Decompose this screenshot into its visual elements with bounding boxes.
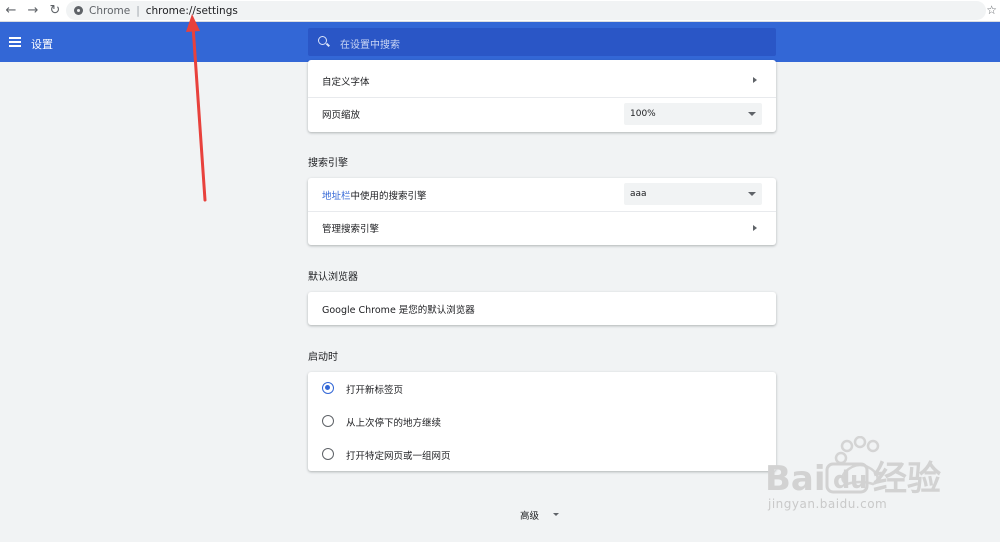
appearance-card: 自定义字体 网页缩放 100%	[308, 60, 776, 132]
chevron-down-icon[interactable]	[553, 513, 559, 516]
page-zoom-row: 网页缩放 100%	[308, 97, 776, 130]
watermark-url: jingyan.baidu.com	[768, 497, 888, 511]
settings-search-input[interactable]: 在设置中搜索	[308, 28, 776, 56]
search-engine-value: aaa	[630, 189, 647, 199]
address-bar-engine-row: 地址栏 中使用的搜索引擎 aaa	[308, 178, 776, 211]
startup-option-label: 打开特定网页或一组网页	[346, 451, 451, 462]
on-startup-card: 打开新标签页 从上次停下的地方继续 打开特定网页或一组网页	[308, 372, 776, 471]
search-icon	[318, 36, 327, 45]
startup-option-label: 打开新标签页	[346, 385, 404, 396]
custom-fonts-label: 自定义字体	[322, 76, 370, 88]
baidu-jingyan-logo: Bai 经验 du	[765, 436, 941, 499]
on-startup-heading: 启动时	[308, 352, 338, 363]
advanced-button[interactable]: 高级	[520, 508, 539, 522]
radio-button[interactable]	[322, 415, 334, 427]
bookmark-star-icon[interactable]: ☆	[986, 3, 997, 17]
back-icon[interactable]: ←	[0, 0, 22, 22]
settings-header: 设置 在设置中搜索	[0, 22, 1000, 62]
search-engine-select[interactable]: aaa	[624, 183, 762, 205]
page-title: 设置	[31, 38, 53, 51]
search-engine-card: 地址栏 中使用的搜索引擎 aaa 管理搜索引擎	[308, 178, 776, 245]
page-zoom-label: 网页缩放	[322, 110, 361, 121]
search-placeholder: 在设置中搜索	[340, 40, 400, 51]
address-separator: |	[136, 4, 140, 17]
address-bar[interactable]: Chrome | chrome://settings	[66, 1, 986, 20]
chrome-icon	[74, 6, 83, 15]
menu-icon[interactable]	[9, 37, 21, 47]
svg-text:经验: 经验	[873, 459, 941, 499]
chevron-right-icon	[753, 77, 757, 83]
startup-option-specific-pages[interactable]: 打开特定网页或一组网页	[308, 438, 776, 471]
address-host: Chrome	[89, 4, 131, 17]
default-browser-heading: 默认浏览器	[308, 272, 358, 283]
custom-fonts-row[interactable]: 自定义字体	[308, 64, 776, 97]
search-engine-heading: 搜索引擎	[308, 158, 348, 169]
address-bar-link[interactable]: 地址栏	[322, 188, 351, 202]
svg-text:du: du	[833, 466, 867, 494]
dropdown-arrow-icon	[748, 192, 756, 196]
startup-option-label: 从上次停下的地方继续	[346, 418, 442, 429]
page-zoom-select[interactable]: 100%	[624, 103, 762, 125]
default-browser-row: Google Chrome 是您的默认浏览器	[308, 292, 776, 325]
startup-option-continue[interactable]: 从上次停下的地方继续	[308, 405, 776, 438]
browser-toolbar: ← → ↻ Chrome | chrome://settings ☆	[0, 0, 1000, 22]
dropdown-arrow-icon	[748, 112, 756, 116]
address-path: chrome://settings	[145, 4, 238, 17]
forward-icon[interactable]: →	[22, 0, 44, 22]
default-browser-status: Google Chrome 是您的默认浏览器	[322, 304, 475, 316]
manage-search-engines-label: 管理搜索引擎	[322, 224, 380, 235]
radio-button[interactable]	[322, 448, 334, 460]
page-zoom-value: 100%	[630, 109, 656, 119]
radio-button-checked[interactable]	[322, 382, 334, 394]
manage-search-engines-row[interactable]: 管理搜索引擎	[308, 211, 776, 244]
default-browser-card: Google Chrome 是您的默认浏览器	[308, 292, 776, 325]
address-bar-engine-label: 中使用的搜索引擎	[350, 190, 427, 202]
chevron-right-icon	[753, 225, 757, 231]
reload-icon[interactable]: ↻	[44, 0, 66, 22]
startup-option-new-tab[interactable]: 打开新标签页	[308, 372, 776, 405]
